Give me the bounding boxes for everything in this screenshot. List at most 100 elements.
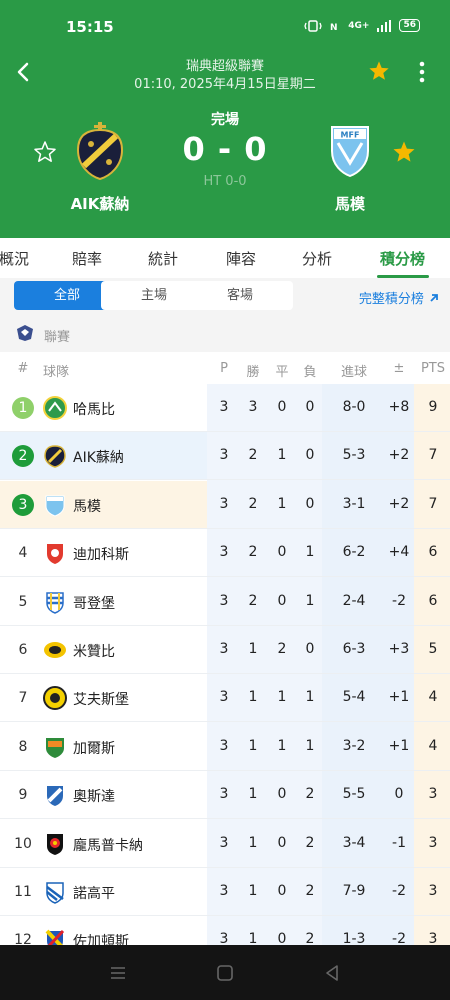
match-tabs: 概況 賠率 統計 陣容 分析 積分榜 <box>0 238 450 278</box>
favorite-match-star-icon[interactable] <box>368 60 390 82</box>
played-cell: 3 <box>219 834 229 851</box>
points-cell: 9 <box>428 399 438 415</box>
team-name[interactable]: 迪加科斯 <box>73 544 129 564</box>
drawn-cell: 0 <box>277 592 287 609</box>
home-team-name[interactable]: AIK蘇納 <box>50 193 150 214</box>
diff-cell: +8 <box>388 399 410 415</box>
drawn-cell: 0 <box>277 883 287 899</box>
diff-cell: +2 <box>388 495 410 512</box>
lost-cell: 2 <box>305 834 315 851</box>
menu-nav-icon[interactable] <box>108 963 128 983</box>
won-cell: 1 <box>248 883 258 899</box>
filter-away-button[interactable]: 客場 <box>187 281 293 310</box>
external-arrow-icon <box>430 294 438 302</box>
diff-cell: 0 <box>394 786 404 803</box>
tab-analysis[interactable]: 分析 <box>302 248 332 269</box>
points-cell: 7 <box>428 447 438 464</box>
won-cell: 2 <box>248 592 258 609</box>
goals-cell: 5-4 <box>342 689 366 706</box>
drawn-cell: 1 <box>277 495 287 512</box>
home-nav-icon[interactable] <box>215 963 235 983</box>
goals-cell: 3-2 <box>342 737 366 754</box>
team-name[interactable]: 米贊比 <box>73 641 115 661</box>
svg-text:MFF: MFF <box>341 131 360 140</box>
standings-row[interactable]: 2 AIK蘇納 3 2 1 0 5-3 +2 7 <box>0 432 450 481</box>
won-cell: 1 <box>248 786 258 803</box>
match-score: 0 - 0 <box>182 130 268 168</box>
tab-odds[interactable]: 賠率 <box>72 248 102 269</box>
malmo-crest-icon[interactable]: MFF <box>328 121 372 177</box>
malmo-crest-icon <box>43 493 67 517</box>
drawn-cell: 0 <box>277 544 287 561</box>
goals-cell: 5-3 <box>342 447 366 464</box>
svg-text:N: N <box>330 23 338 32</box>
halftime-score: HT 0-0 <box>203 174 247 189</box>
team-name[interactable]: 哥登堡 <box>73 593 115 613</box>
team-rank: 1 <box>12 397 34 419</box>
favorite-home-star-icon[interactable] <box>33 140 57 164</box>
favorite-away-star-icon[interactable] <box>392 140 416 164</box>
lost-cell: 2 <box>305 883 315 899</box>
standings-row[interactable]: 11 諾高平 3 1 0 2 7-9 -2 3 <box>0 868 450 916</box>
team-name[interactable]: 諾高平 <box>73 883 115 903</box>
team-name[interactable]: 哈馬比 <box>73 399 115 419</box>
standings-row[interactable]: 5 哥登堡 3 2 0 1 2-4 -2 6 <box>0 578 450 626</box>
standings-row[interactable]: 8 加爾斯 3 1 1 1 3-2 +1 4 <box>0 723 450 771</box>
osters-crest-icon <box>43 783 67 807</box>
won-cell: 1 <box>248 641 258 657</box>
full-standings-link[interactable]: 完整積分榜 <box>359 288 440 307</box>
tab-lineups[interactable]: 陣容 <box>226 248 256 269</box>
more-menu-icon[interactable] <box>412 60 432 84</box>
brommapojkarna-crest-icon <box>43 832 67 856</box>
points-cell: 7 <box>428 495 438 512</box>
vibrate-icon <box>304 19 322 32</box>
played-cell: 3 <box>219 689 229 706</box>
standings-filter-bar: 全部 主場 客場 完整積分榜 <box>0 278 450 316</box>
drawn-cell: 0 <box>277 399 287 415</box>
lost-cell: 2 <box>305 786 315 803</box>
standings-row[interactable]: 10 龐馬普卡納 3 1 0 2 3-4 -1 3 <box>0 820 450 868</box>
standings-row[interactable]: 4 迪加科斯 3 2 0 1 6-2 +4 6 <box>0 529 450 578</box>
tab-stats[interactable]: 統計 <box>148 248 178 269</box>
header-rank: # <box>17 361 29 376</box>
standings-row[interactable]: 3 馬模 3 2 1 0 3-1 +2 7 <box>0 480 450 529</box>
played-cell: 3 <box>219 544 229 561</box>
goals-cell: 7-9 <box>342 883 366 899</box>
team-name[interactable]: AIK蘇納 <box>73 447 124 467</box>
goals-cell: 6-2 <box>342 544 366 561</box>
standings-row[interactable]: 6 米贊比 3 1 2 0 6-3 +3 5 <box>0 626 450 674</box>
signal-label: 4G+ <box>348 20 370 31</box>
diff-cell: +2 <box>388 447 410 464</box>
won-cell: 3 <box>248 399 258 415</box>
aik-crest-icon[interactable] <box>76 122 124 180</box>
diff-cell: -2 <box>392 883 406 899</box>
played-cell: 3 <box>219 737 229 754</box>
team-name[interactable]: 加爾斯 <box>73 738 115 758</box>
team-name[interactable]: 奧斯達 <box>73 786 115 806</box>
aik-crest-icon <box>43 444 67 469</box>
league-section-label: 聯賽 <box>44 330 71 345</box>
team-name[interactable]: 龐馬普卡納 <box>73 835 143 855</box>
standings-row[interactable]: 9 奧斯達 3 1 0 2 5-5 0 3 <box>0 771 450 820</box>
tab-overview[interactable]: 概況 <box>0 248 29 269</box>
back-nav-icon[interactable] <box>322 963 342 983</box>
lost-cell: 0 <box>305 495 315 512</box>
drawn-cell: 1 <box>277 689 287 706</box>
won-cell: 2 <box>248 544 258 561</box>
tab-standings[interactable]: 積分榜 <box>380 248 425 269</box>
elfsborg-crest-icon <box>43 686 67 711</box>
drawn-cell: 0 <box>277 786 287 803</box>
won-cell: 2 <box>248 495 258 512</box>
goals-cell: 6-3 <box>342 641 366 657</box>
team-rank: 5 <box>18 593 28 610</box>
played-cell: 3 <box>219 592 229 609</box>
lost-cell: 0 <box>305 447 315 464</box>
team-name[interactable]: 艾夫斯堡 <box>73 689 129 709</box>
played-cell: 3 <box>219 399 229 415</box>
drawn-cell: 1 <box>277 737 287 754</box>
won-cell: 1 <box>248 689 258 706</box>
standings-row[interactable]: 1 哈馬比 3 3 0 0 8-0 +8 9 <box>0 384 450 432</box>
team-name[interactable]: 馬模 <box>73 496 101 516</box>
standings-row[interactable]: 7 艾夫斯堡 3 1 1 1 5-4 +1 4 <box>0 674 450 723</box>
away-team-name[interactable]: 馬模 <box>300 193 400 214</box>
